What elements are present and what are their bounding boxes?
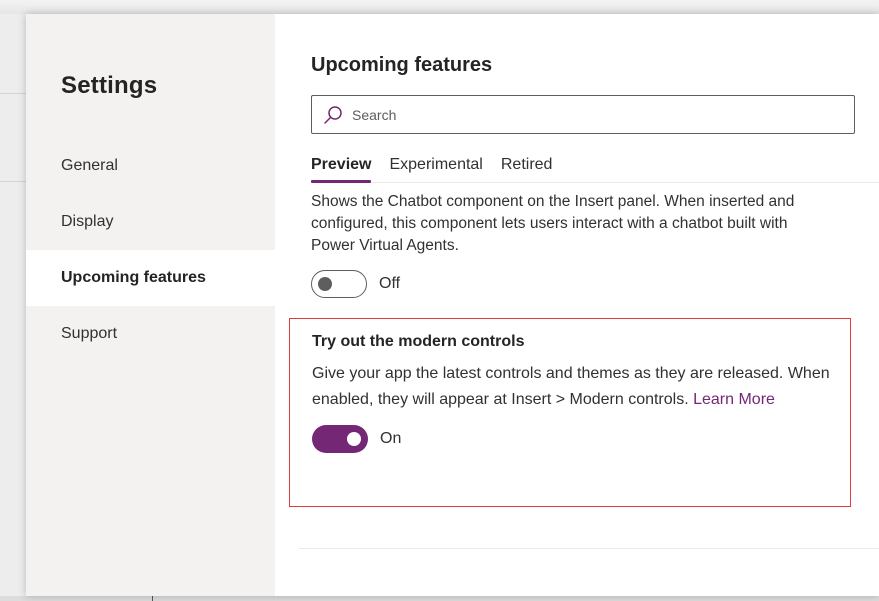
modern-controls-description: Give your app the latest controls and th…	[312, 361, 852, 413]
chatbot-feature-description: Shows the Chatbot component on the Inser…	[311, 193, 795, 254]
chatbot-toggle[interactable]	[311, 270, 367, 298]
background-divider	[0, 93, 26, 94]
search-icon	[324, 105, 342, 124]
settings-nav: General Display Upcoming features Suppor…	[26, 138, 275, 362]
settings-title: Settings	[61, 72, 158, 99]
search-input[interactable]	[352, 106, 832, 123]
modern-controls-toggle-row: On	[312, 425, 850, 453]
toggle-knob	[318, 277, 332, 291]
chatbot-toggle-label: Off	[379, 275, 401, 292]
settings-sidebar: Settings General Display Upcoming featur…	[26, 14, 275, 596]
search-box[interactable]	[311, 95, 855, 134]
modern-controls-toggle[interactable]	[312, 425, 368, 453]
sidebar-item-upcoming-features[interactable]: Upcoming features	[26, 250, 275, 306]
modern-controls-feature: Try out the modern controls Give your ap…	[289, 318, 851, 507]
background-bottom-bar	[0, 596, 879, 601]
settings-content: Upcoming features Preview Experimental R…	[275, 14, 879, 596]
tab-preview[interactable]: Preview	[311, 156, 372, 183]
toggle-knob	[347, 432, 361, 446]
background-divider	[0, 181, 26, 182]
tab-retired[interactable]: Retired	[501, 156, 553, 182]
page-title: Upcoming features	[311, 54, 493, 76]
sidebar-item-support[interactable]: Support	[26, 306, 275, 362]
tab-experimental[interactable]: Experimental	[389, 156, 482, 182]
sidebar-item-general[interactable]: General	[26, 138, 275, 194]
content-divider	[299, 548, 879, 549]
modern-controls-title: Try out the modern controls	[312, 333, 525, 350]
settings-dialog: Settings General Display Upcoming featur…	[26, 14, 879, 596]
top-shade	[0, 0, 879, 14]
modern-controls-toggle-label: On	[380, 430, 402, 447]
learn-more-link[interactable]: Learn More	[693, 391, 775, 408]
chatbot-toggle-row: Off	[311, 270, 879, 298]
sidebar-item-display[interactable]: Display	[26, 194, 275, 250]
feature-tabs: Preview Experimental Retired	[311, 156, 879, 183]
